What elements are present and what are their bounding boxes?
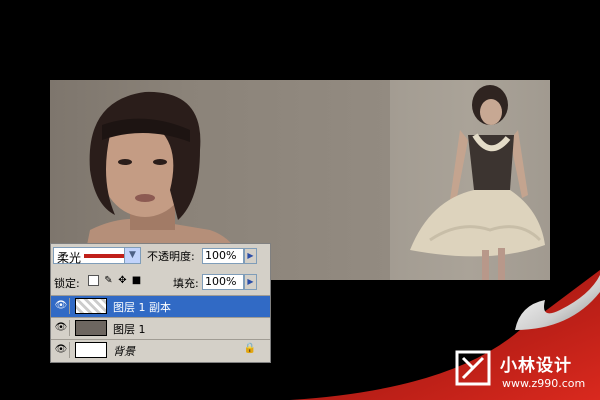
lock-move-icon[interactable]: ✥ <box>117 275 128 286</box>
lock-all-icon[interactable]: ■ <box>131 275 142 286</box>
layer-row-1[interactable]: 👁 图层 1 <box>51 317 270 339</box>
eye-icon[interactable]: 👁 <box>53 342 70 358</box>
fill-arrow-button[interactable]: ▶ <box>244 274 257 290</box>
lock-paint-icon[interactable]: ✎ <box>103 275 114 286</box>
dress-illustration <box>410 85 545 280</box>
layer-row-copy[interactable]: 👁 图层 1 副本 <box>51 295 270 317</box>
lock-row: 锁定: ✎ ✥ ■ 填充: 100% ▶ <box>51 272 270 294</box>
lock-label: 锁定: <box>54 277 80 290</box>
dress-photo <box>390 80 550 280</box>
watermark-name: 小林设计 <box>500 356 572 376</box>
watermark-url: www.z990.com <box>502 377 586 390</box>
lock-transparency-icon[interactable] <box>88 275 99 286</box>
layer-name: 图层 1 副本 <box>113 301 171 314</box>
eye-icon[interactable]: 👁 <box>53 320 70 336</box>
blend-mode-value: 柔光 <box>57 251 82 265</box>
lock-icon: 🔒 <box>243 343 256 354</box>
fill-label: 填充: <box>173 277 199 290</box>
layer-thumbnail <box>75 320 107 336</box>
layer-name: 图层 1 <box>113 323 146 336</box>
layer-thumbnail <box>75 298 107 314</box>
layer-row-background[interactable]: 👁 背景 🔒 <box>51 339 270 361</box>
blend-mode-select[interactable]: 柔光 ▼ <box>53 247 141 265</box>
chevron-down-icon[interactable]: ▼ <box>124 248 140 263</box>
highlight-mark <box>84 254 124 258</box>
layer-name: 背景 <box>113 345 135 358</box>
layers-panel: 柔光 ▼ 不透明度: 100% ▶ 锁定: ✎ ✥ ■ 填充: 100% ▶ 👁… <box>50 243 271 363</box>
brand-logo-icon <box>455 350 491 386</box>
fill-field[interactable]: 100% <box>202 274 244 290</box>
opacity-label: 不透明度: <box>147 250 195 263</box>
blend-row: 柔光 ▼ 不透明度: 100% ▶ <box>51 244 270 268</box>
eye-icon[interactable]: 👁 <box>53 298 70 314</box>
layer-thumbnail <box>75 342 107 358</box>
opacity-field[interactable]: 100% <box>202 248 244 264</box>
opacity-arrow-button[interactable]: ▶ <box>244 248 257 264</box>
